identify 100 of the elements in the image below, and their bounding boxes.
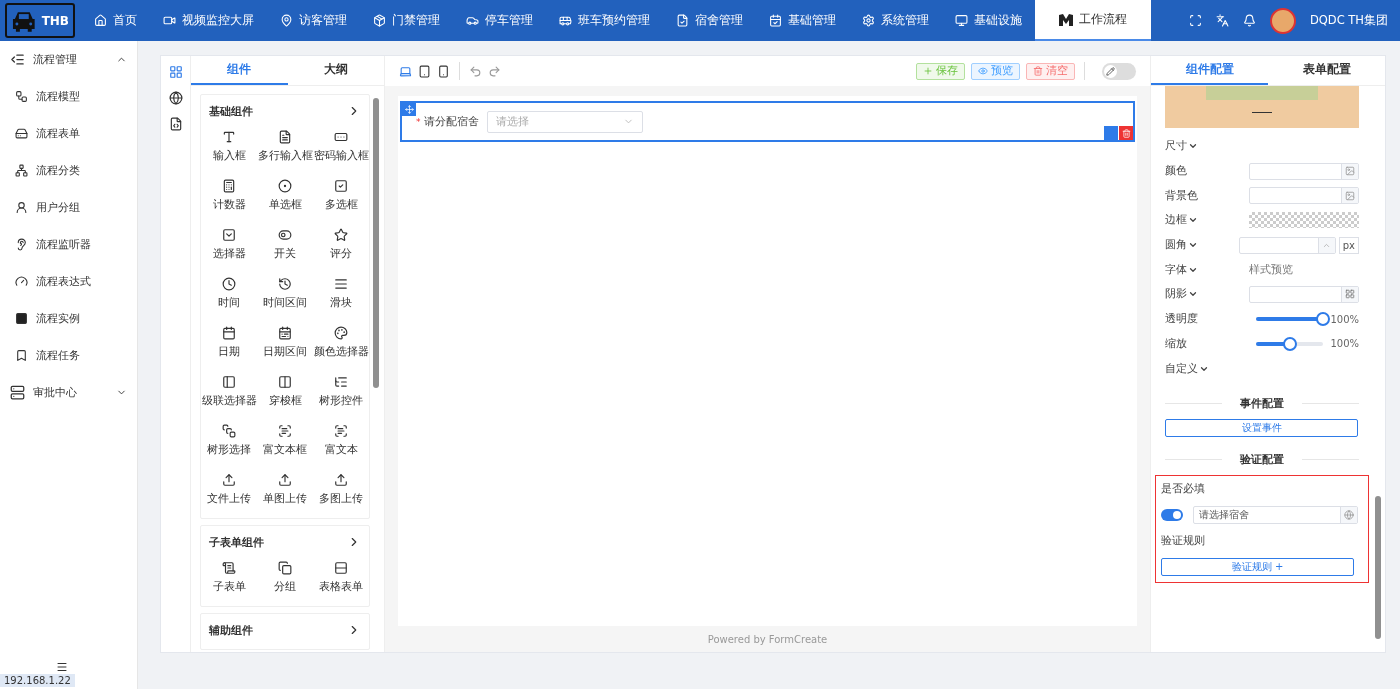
delete-button[interactable] bbox=[1119, 126, 1133, 140]
field-label: 自定义 bbox=[1165, 361, 1198, 376]
avatar[interactable] bbox=[1269, 7, 1296, 34]
columns-icon bbox=[278, 375, 292, 389]
toggle-icon bbox=[278, 228, 292, 242]
selected-form-item[interactable]: * 请分配宿舍 请选择 bbox=[400, 101, 1135, 142]
bookmark-icon bbox=[15, 349, 28, 362]
fullscreen-icon[interactable] bbox=[1188, 14, 1202, 27]
component-item[interactable]: 单图上传 bbox=[257, 470, 313, 515]
panel-tab[interactable]: 组件 bbox=[191, 56, 288, 85]
number-field[interactable] bbox=[1238, 236, 1336, 254]
upload-icon bbox=[278, 473, 292, 487]
sidebar-item[interactable]: 流程任务 bbox=[0, 337, 137, 374]
component-item[interactable]: 级联选择器 bbox=[201, 372, 257, 417]
redo-icon[interactable] bbox=[488, 64, 501, 78]
component-item[interactable]: 树形选择 bbox=[201, 421, 257, 466]
component-item[interactable]: 穿梭框 bbox=[257, 372, 313, 417]
component-item[interactable]: 多图上传 bbox=[313, 470, 369, 515]
move-handle[interactable] bbox=[402, 103, 416, 116]
nav-tab[interactable]: 停车管理 bbox=[453, 0, 546, 41]
slider-thumb[interactable] bbox=[1316, 312, 1331, 327]
sidebar-item[interactable]: 用户分组 bbox=[0, 189, 137, 226]
component-item[interactable]: 时间区间 bbox=[257, 274, 313, 319]
sidebar-item[interactable]: 流程分类 bbox=[0, 152, 137, 189]
component-item[interactable]: 密码输入框 bbox=[313, 127, 369, 172]
required-switch[interactable] bbox=[1161, 508, 1183, 521]
settings-icon bbox=[862, 14, 875, 27]
slider-thumb[interactable] bbox=[1282, 336, 1297, 351]
component-item[interactable]: 开关 bbox=[257, 225, 313, 270]
scrollbar-thumb[interactable] bbox=[1375, 496, 1381, 639]
phone-icon[interactable] bbox=[437, 64, 450, 78]
sidebar-group[interactable]: 流程管理 bbox=[0, 41, 137, 78]
shadow-field[interactable] bbox=[1249, 285, 1359, 303]
nav-tab[interactable]: 宿舍管理 bbox=[663, 0, 756, 41]
color-field[interactable] bbox=[1249, 162, 1359, 180]
grid-icon[interactable] bbox=[168, 65, 183, 79]
component-item[interactable]: 富文本 bbox=[313, 421, 369, 466]
message-field[interactable]: 请选择宿舍 bbox=[1193, 505, 1358, 524]
component-item[interactable]: 多选框 bbox=[313, 176, 369, 221]
nav-tab[interactable]: 基础管理 bbox=[756, 0, 849, 41]
component-item[interactable]: 计数器 bbox=[201, 176, 257, 221]
nav-tab[interactable]: 访客管理 bbox=[267, 0, 360, 41]
component-item[interactable]: 输入框 bbox=[201, 127, 257, 172]
logo[interactable]: THB bbox=[5, 3, 75, 38]
component-item[interactable]: 选择器 bbox=[201, 225, 257, 270]
nav-tab[interactable]: 视频监控大屏 bbox=[150, 0, 267, 41]
nav-tab[interactable]: 门禁管理 bbox=[360, 0, 453, 41]
component-item[interactable]: 单选框 bbox=[257, 176, 313, 221]
bell-icon[interactable] bbox=[1242, 14, 1256, 27]
component-item[interactable]: 日期区间 bbox=[257, 323, 313, 368]
component-item[interactable]: 多行输入框 bbox=[257, 127, 313, 172]
component-item[interactable]: 文件上传 bbox=[201, 470, 257, 515]
translate-icon[interactable] bbox=[1215, 14, 1229, 27]
sidebar-item[interactable]: 流程监听器 bbox=[0, 226, 137, 263]
color-field[interactable] bbox=[1249, 187, 1359, 205]
panel-tab[interactable]: 表单配置 bbox=[1268, 56, 1385, 85]
sidebar-group[interactable]: 审批中心 bbox=[0, 374, 137, 411]
field-label: 阴影 bbox=[1165, 287, 1187, 302]
set-event-button[interactable]: 设置事件 bbox=[1165, 418, 1358, 437]
component-item[interactable]: 颜色选择器 bbox=[313, 323, 369, 368]
sidebar-item[interactable]: 流程表达式 bbox=[0, 263, 137, 300]
component-item[interactable]: 时间 bbox=[201, 274, 257, 319]
list-icon bbox=[10, 385, 25, 400]
tablet-icon[interactable] bbox=[418, 64, 431, 78]
globe-icon[interactable] bbox=[168, 91, 183, 105]
code-icon[interactable] bbox=[168, 117, 183, 131]
video-camera-icon bbox=[163, 14, 176, 27]
scrollbar-thumb[interactable] bbox=[373, 98, 379, 388]
unit-label: px bbox=[1338, 236, 1359, 254]
sidebar-item[interactable]: 流程表单 bbox=[0, 115, 137, 152]
user-name: DQDC TH集团 bbox=[1309, 13, 1388, 28]
panel-tab[interactable]: 大纲 bbox=[287, 56, 384, 85]
nav-tab[interactable]: 基础设施 bbox=[942, 0, 1035, 41]
component-item[interactable]: 日期 bbox=[201, 323, 257, 368]
component-item[interactable]: 富文本框 bbox=[257, 421, 313, 466]
add-rule-button[interactable]: 验证规则 + bbox=[1161, 557, 1354, 576]
theme-toggle[interactable] bbox=[1102, 62, 1136, 80]
nav-tab[interactable]: 系统管理 bbox=[849, 0, 942, 41]
sidebar-item[interactable]: 流程模型 bbox=[0, 78, 137, 115]
component-item[interactable]: 子表单 bbox=[201, 558, 257, 603]
component-item[interactable]: 树形控件 bbox=[313, 372, 369, 417]
field-label: 边框 bbox=[1165, 213, 1187, 228]
field-label: 背景色 bbox=[1165, 188, 1198, 203]
menu-icon[interactable] bbox=[56, 661, 68, 673]
component-item[interactable]: 评分 bbox=[313, 225, 369, 270]
car-icon bbox=[466, 14, 479, 27]
image-icon[interactable] bbox=[1345, 190, 1355, 201]
component-item[interactable]: 分组 bbox=[257, 558, 313, 603]
nav-tab[interactable]: 工作流程 bbox=[1035, 0, 1151, 41]
pencil-icon bbox=[1106, 66, 1115, 76]
nav-tab[interactable]: 班车预约管理 bbox=[546, 0, 663, 41]
undo-icon[interactable] bbox=[469, 64, 482, 78]
history-icon bbox=[278, 277, 292, 291]
component-item[interactable]: 表格表单 bbox=[313, 558, 369, 603]
component-item[interactable]: 滑块 bbox=[313, 274, 369, 319]
laptop-icon[interactable] bbox=[399, 64, 412, 78]
image-icon[interactable] bbox=[1345, 166, 1355, 177]
grid-icon[interactable] bbox=[1345, 289, 1355, 300]
nav-tab[interactable]: 首页 bbox=[81, 0, 150, 41]
sidebar-item[interactable]: 流程实例 bbox=[0, 300, 137, 337]
